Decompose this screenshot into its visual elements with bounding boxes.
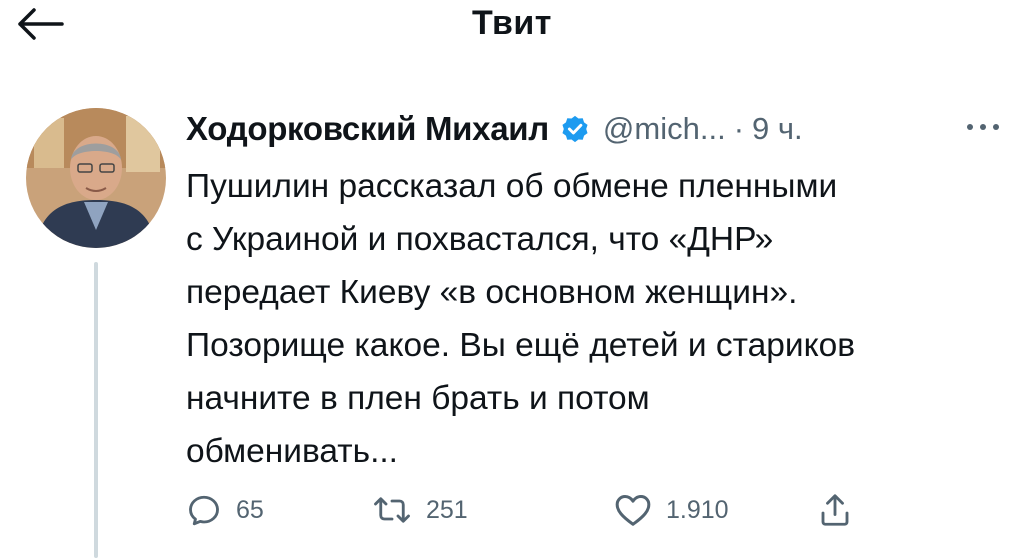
tweet-time[interactable]: 9 ч. bbox=[752, 111, 803, 147]
more-options-button[interactable] bbox=[958, 112, 1008, 142]
top-bar: Твит bbox=[0, 0, 1024, 60]
author-name[interactable]: Ходорковский Михаил bbox=[186, 110, 549, 148]
reply-icon bbox=[189, 495, 219, 526]
separator-dot: · bbox=[733, 111, 745, 146]
retweet-icon bbox=[374, 497, 410, 523]
share-button[interactable] bbox=[818, 488, 852, 532]
tweet-text-line: Пушилин рассказал об обмене пленными bbox=[186, 168, 838, 205]
reply-count: 65 bbox=[236, 495, 264, 524]
tweet-text: Пушилин рассказал об обмене пленными с У… bbox=[186, 160, 1016, 478]
tweet-text-line: обменивать... bbox=[186, 433, 398, 470]
like-button[interactable]: 1.910 bbox=[614, 488, 729, 532]
reply-button[interactable]: 65 bbox=[186, 488, 264, 532]
tweet-header: Ходорковский Михаил @mich... · 9 ч. bbox=[186, 106, 803, 152]
avatar[interactable] bbox=[26, 108, 166, 248]
more-dots-icon bbox=[967, 124, 999, 130]
retweet-count: 251 bbox=[426, 495, 468, 524]
author-handle[interactable]: @mich... bbox=[603, 111, 726, 147]
tweet-text-line: с Украиной и похвастался, что «ДНР» bbox=[186, 221, 774, 258]
verified-badge-icon bbox=[559, 113, 591, 145]
tweet-text-line: передает Киеву «в основном женщин». bbox=[186, 274, 798, 311]
page-title: Твит bbox=[472, 4, 552, 42]
share-icon bbox=[821, 494, 849, 526]
tweet-text-line: начните в плен брать и потом bbox=[186, 380, 650, 417]
tweet-actions: 65 251 1.910 bbox=[186, 488, 886, 532]
avatar-image bbox=[26, 108, 166, 248]
like-count: 1.910 bbox=[666, 495, 729, 524]
heart-icon bbox=[615, 495, 651, 526]
thread-connector-line bbox=[94, 262, 98, 558]
tweet-text-line: Позорище какое. Вы ещё детей и стариков bbox=[186, 327, 856, 364]
retweet-button[interactable]: 251 bbox=[372, 488, 468, 532]
